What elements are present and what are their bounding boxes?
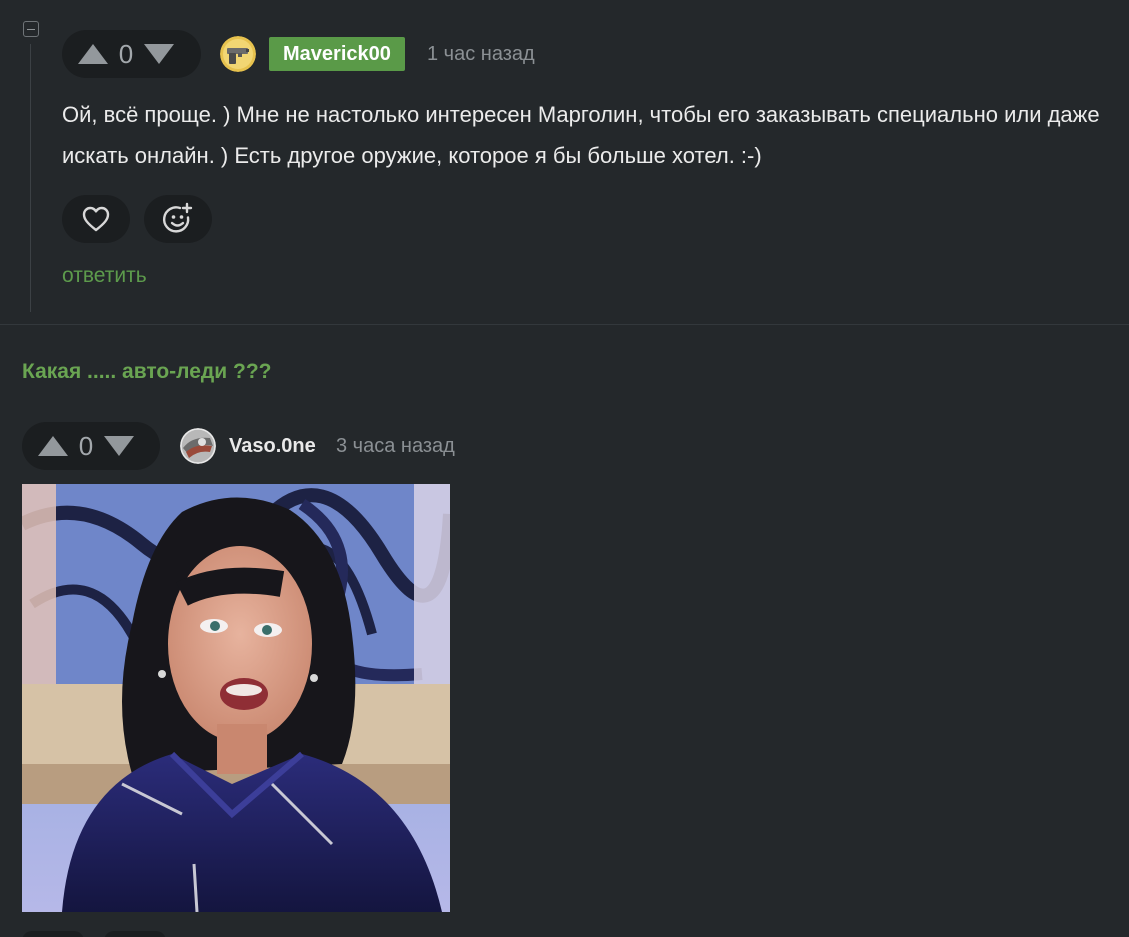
avatar-image <box>180 428 216 464</box>
username[interactable]: Vaso.0ne <box>229 435 316 458</box>
avatar[interactable] <box>180 428 216 464</box>
reaction-button[interactable] <box>144 195 212 243</box>
username-badge[interactable]: Maverick00 <box>269 37 405 71</box>
photo-illustration <box>22 484 450 912</box>
timestamp: 3 часа назад <box>336 435 455 457</box>
vote-count: 0 <box>78 430 94 461</box>
thread-line[interactable] <box>30 44 31 312</box>
arrow-up-icon[interactable] <box>78 44 108 64</box>
vote-control: 0 <box>62 30 201 78</box>
partial-button[interactable] <box>104 931 166 937</box>
comment-body: Ой, всё проще. ) Мне не настолько интере… <box>62 102 1100 168</box>
avatar[interactable] <box>220 36 256 72</box>
comment-image[interactable] <box>22 484 450 912</box>
timestamp: 1 час назад <box>427 43 535 65</box>
like-button[interactable] <box>62 195 130 243</box>
pistol-icon <box>220 36 256 72</box>
arrow-down-icon[interactable] <box>104 436 134 456</box>
emoji-add-icon <box>162 202 193 233</box>
vote-control: 0 <box>22 422 160 470</box>
divider <box>0 324 1129 325</box>
vote-count: 0 <box>118 38 134 69</box>
arrow-down-icon[interactable] <box>144 44 174 64</box>
reply-link[interactable]: ответить <box>62 264 147 288</box>
heart-icon <box>82 206 110 232</box>
partial-button[interactable] <box>22 931 84 937</box>
arrow-up-icon[interactable] <box>38 436 68 456</box>
comment-body: Какая ..... авто-леди ??? <box>22 360 272 383</box>
collapse-icon[interactable] <box>23 21 39 37</box>
comments-page: 0 Maverick00 1 час назад Ой, всё проще. … <box>0 0 1129 937</box>
